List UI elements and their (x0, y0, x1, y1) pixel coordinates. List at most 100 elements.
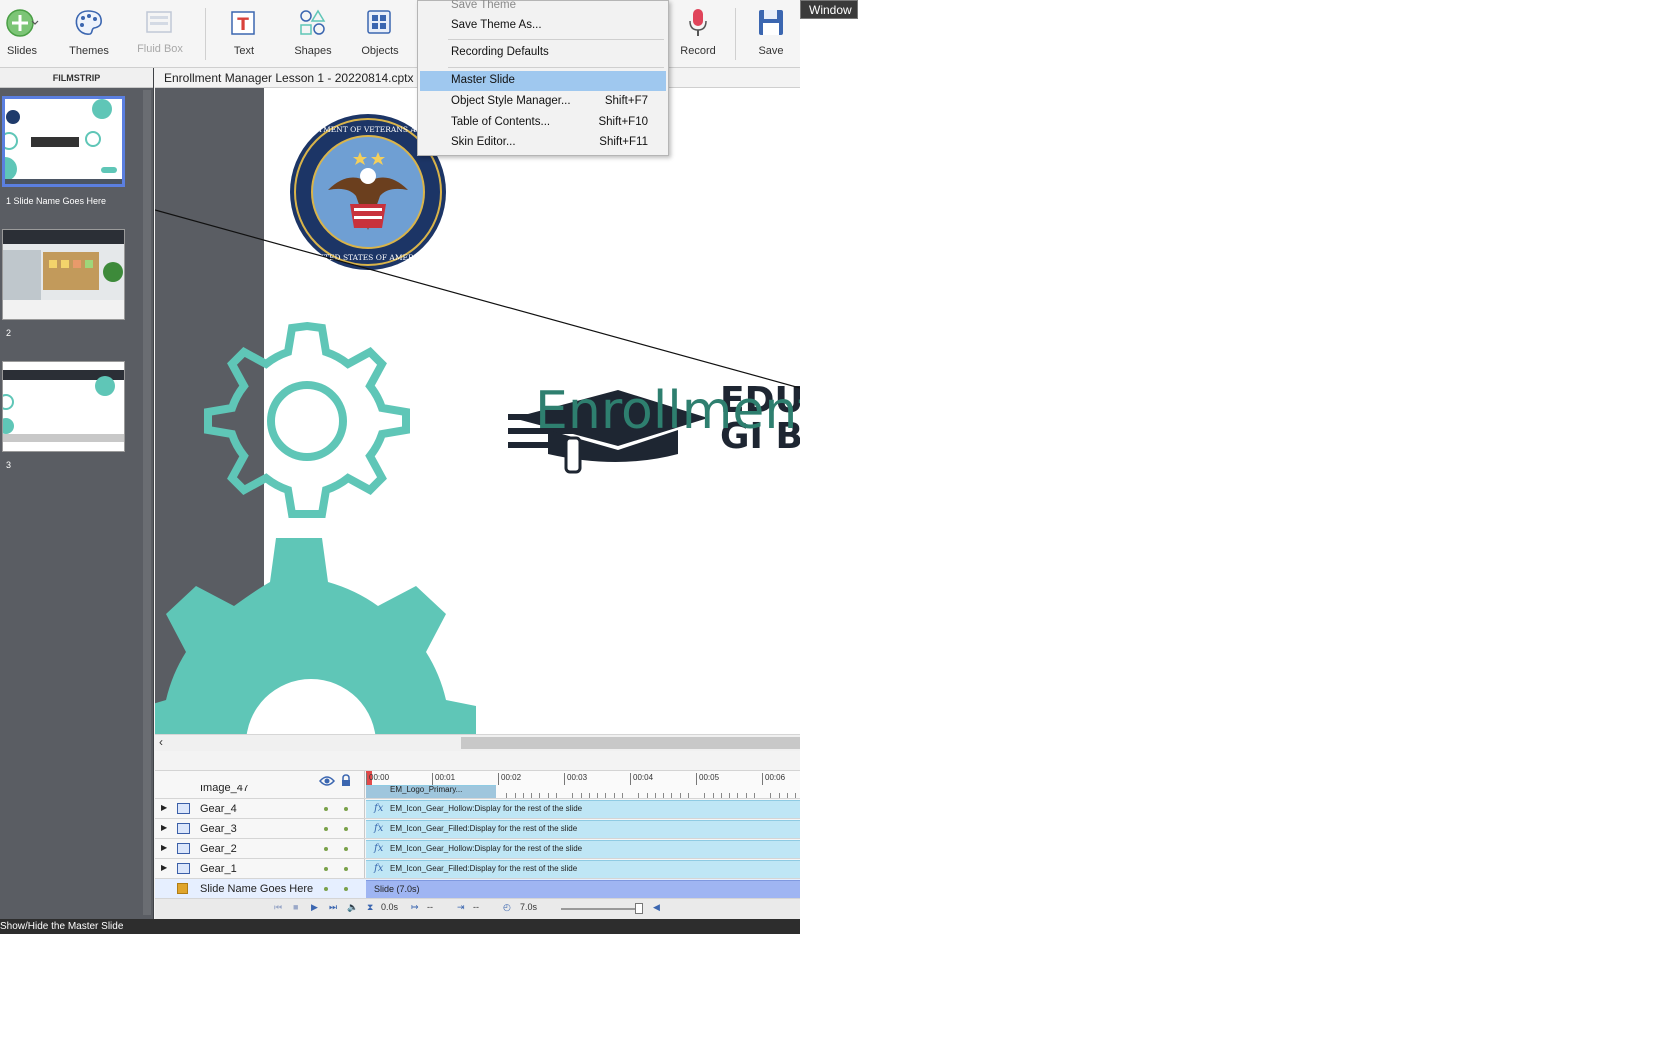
timeline-row[interactable]: ▶ Gear_4 fx EM_Icon_Gear_Hollow:Display … (155, 799, 800, 819)
bar-text: EM_Icon_Gear_Filled:Display for the rest… (390, 864, 578, 873)
skip-end-icon[interactable]: ⏭ (329, 902, 337, 913)
visibility-dot[interactable] (324, 867, 328, 871)
visibility-dot[interactable] (324, 887, 328, 891)
timeline-controls: ⏮ ■ ▶ ⏭ 🔈 ⧗ 0.0s ↦ -- ⇥ -- ◴ 7.0s ◀ (155, 899, 800, 919)
timeline-row[interactable]: Image_47 EM_Logo_Primary... (155, 785, 800, 799)
floppy-disk-icon (759, 10, 783, 35)
visibility-dot[interactable] (324, 827, 328, 831)
stage-horizontal-scrollbar[interactable]: ‹ (155, 734, 800, 751)
current-time: 0.0s (381, 902, 399, 912)
layer-name: Gear_4 (200, 803, 237, 815)
fluid-box-icon (146, 11, 172, 33)
bar-text: EM_Icon_Gear_Filled:Display for the rest… (390, 824, 578, 833)
timeline-row[interactable]: ▶ Gear_1 fx EM_Icon_Gear_Filled:Display … (155, 859, 800, 879)
menu-item-table-of-contents[interactable]: Table of Contents... Shift+F10 (420, 113, 666, 133)
lock-dot[interactable] (344, 847, 348, 851)
lock-dot[interactable] (344, 867, 348, 871)
shapes-button[interactable]: Shapes (286, 0, 340, 66)
slide-layer-icon (177, 883, 188, 894)
filmstrip-slide-2[interactable] (2, 229, 125, 320)
fluid-box-button[interactable]: Fluid Box (132, 0, 188, 66)
timeline-bar[interactable]: fx EM_Icon_Gear_Hollow:Display for the r… (366, 840, 800, 858)
play-icon[interactable]: ▶ (311, 902, 318, 913)
end-time-value: -- (473, 902, 479, 912)
lock-dot[interactable] (344, 827, 348, 831)
slide-3-caption: 3 (6, 460, 12, 470)
menu-item-shortcut: Shift+F11 (599, 136, 648, 148)
timeline-bar[interactable]: fx EM_Icon_Gear_Hollow:Display for the r… (366, 800, 800, 818)
themes-button[interactable]: Themes (62, 0, 116, 66)
filmstrip-slide-1[interactable] (2, 96, 125, 187)
save-button[interactable]: Save (746, 0, 796, 66)
lock-dot[interactable] (344, 807, 348, 811)
slide-thumbnail (5, 99, 122, 184)
slide-stage: DEPARTMENT OF VETERANS AFFAIRS UNITED ST… (155, 88, 800, 734)
menu-item-save-theme[interactable]: Save Theme (420, 0, 666, 16)
motion-path-line[interactable] (155, 88, 800, 734)
slide-timeline-bar[interactable]: Slide (7.0s) (366, 880, 800, 898)
text-label: Text (233, 45, 255, 57)
menu-item-skin-editor[interactable]: Skin Editor... Shift+F11 (420, 133, 666, 153)
slide-1-caption: 1 Slide Name Goes Here (6, 196, 107, 206)
menu-separator (448, 39, 664, 40)
timeline-bar[interactable]: EM_Logo_Primary... (366, 785, 496, 798)
ruler-tick-label: 00:05 (696, 773, 719, 785)
toolbar-separator (735, 8, 736, 60)
stop-icon[interactable]: ■ (293, 902, 298, 912)
scrollbar-thumb[interactable] (461, 737, 800, 749)
rewind-icon[interactable]: ⏮ (274, 902, 282, 913)
menu-item-label: Save Theme (451, 0, 516, 11)
menu-item-save-theme-as[interactable]: Save Theme As... (420, 16, 666, 36)
timeline-row[interactable]: ▶ Gear_2 fx EM_Icon_Gear_Hollow:Display … (155, 839, 800, 859)
themes-label: Themes (69, 45, 109, 57)
record-button[interactable]: Record (670, 0, 726, 66)
ruler-tick-label: 00:01 (432, 773, 455, 785)
layer-name: Image_47 (200, 785, 249, 794)
menu-item-master-slide[interactable]: Master Slide (420, 71, 666, 91)
duration-value: 7.0s (520, 902, 538, 912)
objects-button[interactable]: Objects (355, 0, 405, 66)
svg-text:T: T (237, 15, 249, 35)
timeline-bar[interactable]: fx EM_Icon_Gear_Filled:Display for the r… (366, 820, 800, 838)
expand-arrow-icon[interactable]: ▶ (161, 843, 167, 852)
save-label: Save (758, 45, 784, 57)
menu-item-recording-defaults[interactable]: Recording Defaults (420, 43, 666, 63)
filmstrip-header: FILMSTRIP (0, 68, 153, 88)
scroll-left-icon[interactable]: ‹ (159, 735, 163, 749)
visibility-dot[interactable] (324, 807, 328, 811)
objects-icon (367, 10, 391, 34)
menu-item-label: Table of Contents... (451, 116, 551, 128)
menu-item-label: Master Slide (451, 74, 515, 86)
window-menu-tooltip: Window (800, 0, 858, 19)
slide-2-caption: 2 (6, 328, 12, 338)
zoom-arrow-icon[interactable]: ◀ (653, 902, 660, 913)
effect-icon: fx (374, 823, 384, 834)
timeline-bar[interactable]: fx EM_Icon_Gear_Filled:Display for the r… (366, 860, 800, 878)
window-tooltip-text: Window (809, 3, 852, 17)
timeline-slide-row[interactable]: Slide Name Goes Here Slide (7.0s) (155, 879, 800, 899)
layer-name: Gear_1 (200, 863, 237, 875)
effect-icon: fx (374, 843, 384, 854)
bar-text: EM_Logo_Primary... (390, 785, 463, 794)
expand-arrow-icon[interactable]: ▶ (161, 863, 167, 872)
lock-dot[interactable] (344, 887, 348, 891)
menu-item-object-style-manager[interactable]: Object Style Manager... Shift+F7 (420, 92, 666, 112)
zoom-slider-handle[interactable] (635, 903, 643, 914)
filmstrip-slide-3[interactable] (2, 361, 125, 452)
expand-arrow-icon[interactable]: ▶ (161, 803, 167, 812)
status-text: Show/Hide the Master Slide (0, 921, 124, 932)
slides-button[interactable]: Slides (0, 0, 44, 66)
add-slide-icon (6, 9, 39, 37)
zoom-slider[interactable] (561, 908, 643, 910)
ruler-tick-label: 00:03 (564, 773, 587, 785)
audio-icon[interactable]: 🔈 (347, 902, 358, 913)
visibility-dot[interactable] (324, 847, 328, 851)
filmstrip-scrollbar[interactable] (143, 90, 151, 915)
bar-text: EM_Icon_Gear_Hollow:Display for the rest… (390, 844, 583, 853)
expand-arrow-icon[interactable]: ▶ (161, 823, 167, 832)
slides-label: Slides (7, 45, 37, 57)
timeline-panel: 00:00 00:01 00:02 00:03 00:04 00:05 00:06 Imag… (155, 771, 800, 919)
text-button[interactable]: T Text (218, 0, 270, 66)
timeline-row[interactable]: ▶ Gear_3 fx EM_Icon_Gear_Filled:Display … (155, 819, 800, 839)
menu-separator (448, 67, 664, 68)
